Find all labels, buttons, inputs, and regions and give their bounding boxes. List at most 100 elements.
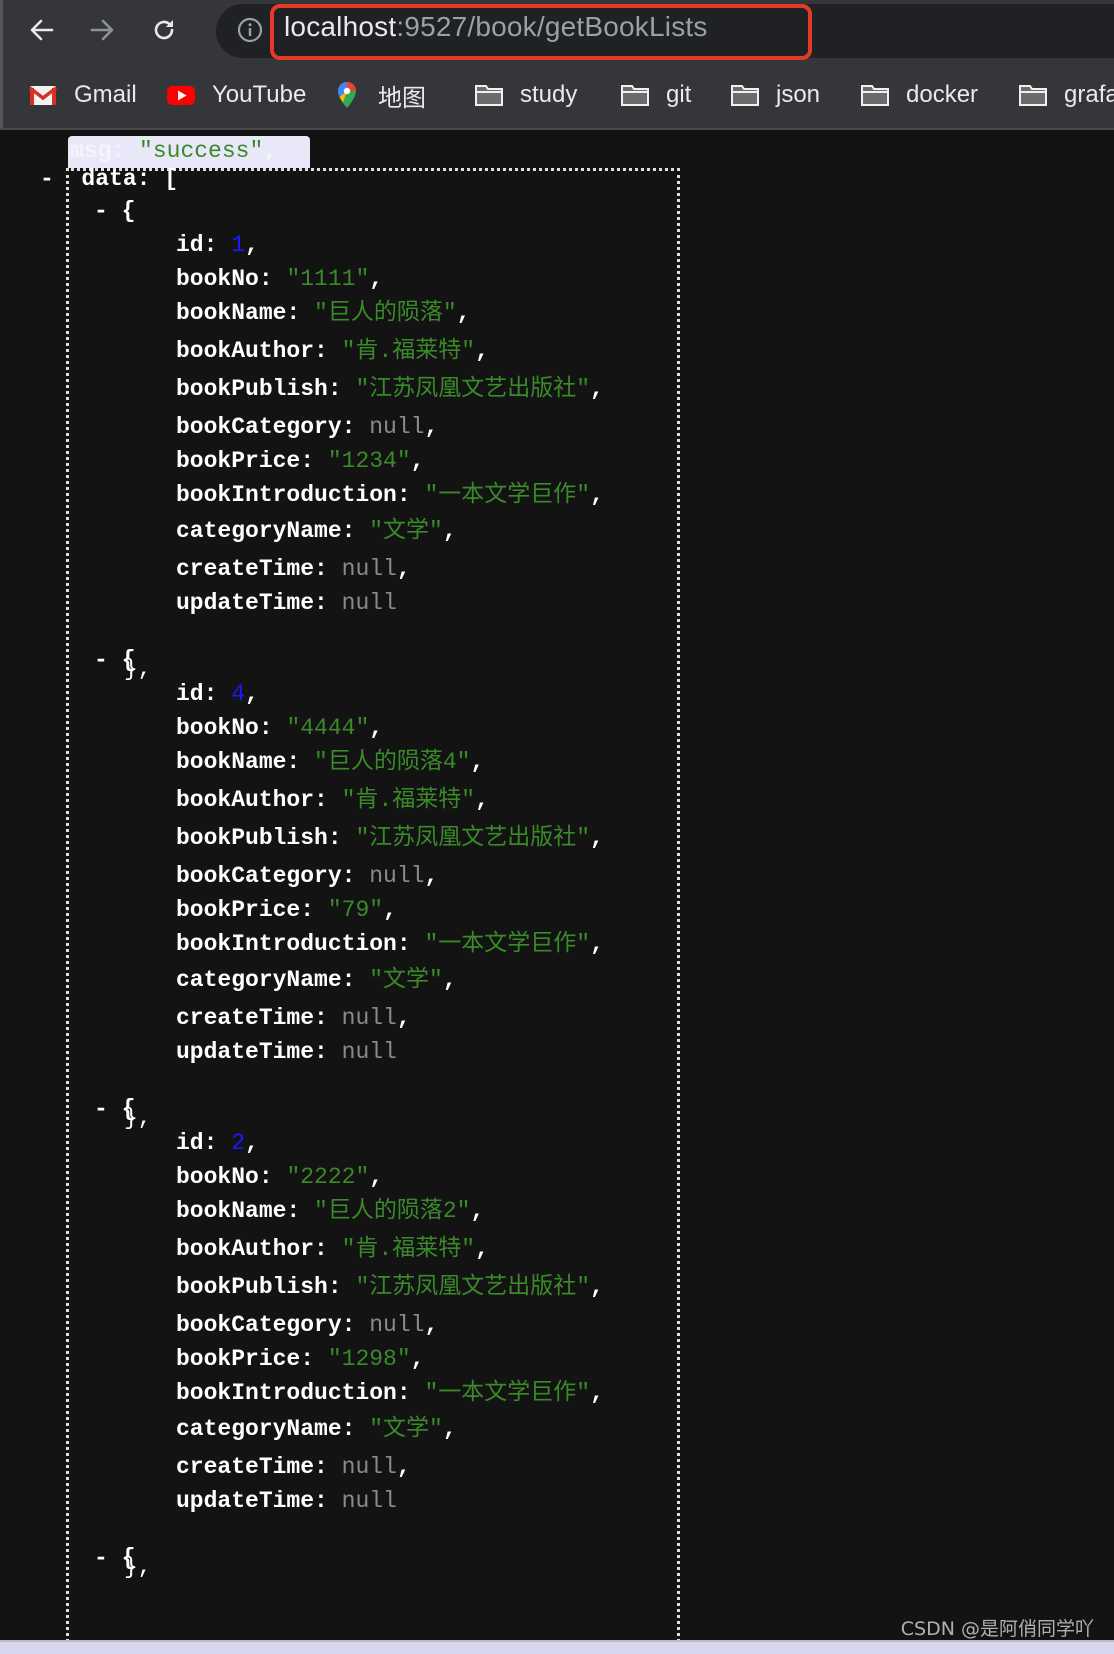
youtube-icon <box>166 80 196 110</box>
json-string-value: "江苏凤凰文艺出版社" <box>355 825 591 851</box>
folder-icon <box>474 80 504 110</box>
json-key: data <box>81 166 137 192</box>
collapse-toggle[interactable]: - <box>94 1096 108 1122</box>
json-key: categoryName <box>176 967 342 993</box>
bookmark-youtube[interactable]: YouTube <box>166 72 306 118</box>
json-key: bookPublish <box>176 825 328 851</box>
collapse-toggle[interactable]: - <box>94 198 108 224</box>
json-key: bookIntroduction <box>176 482 397 508</box>
open-brace: { <box>121 1096 136 1122</box>
json-key: bookIntroduction <box>176 931 397 957</box>
json-key: updateTime <box>176 1039 315 1065</box>
json-field-id: id: 2, <box>176 1130 259 1156</box>
json-field-bookPrice: bookPrice: "1234", <box>176 448 425 474</box>
bookmark-folder-docker[interactable]: docker <box>860 72 978 118</box>
bookmark-maps[interactable]: 地图 <box>332 72 426 118</box>
json-null-value: null <box>369 863 425 889</box>
json-field-bookCategory: bookCategory: null, <box>176 1312 439 1338</box>
bookmark-label: git <box>666 81 692 108</box>
json-field-bookPublish: bookPublish: "江苏凤凰文艺出版社", <box>176 825 604 851</box>
json-key: bookPrice <box>176 897 301 923</box>
json-field-bookCategory: bookCategory: null, <box>176 414 439 440</box>
url-text[interactable]: localhost:9527/book/getBookLists <box>284 11 708 43</box>
json-key: bookNo <box>176 1164 259 1190</box>
json-string-value: "巨人的陨落" <box>314 300 457 326</box>
json-string-value: "江苏凤凰文艺出版社" <box>355 376 591 402</box>
json-string-value: "2222" <box>286 1164 370 1190</box>
json-field-bookAuthor: bookAuthor: "肯.福莱特", <box>176 338 489 364</box>
open-brace: { <box>121 647 136 673</box>
bookmark-folder-study[interactable]: study <box>474 72 577 118</box>
json-string-value: "肯.福莱特" <box>341 787 476 813</box>
open-brace: { <box>121 1545 136 1571</box>
json-string-value: "肯.福莱特" <box>341 1236 476 1262</box>
json-key: msg <box>70 138 112 164</box>
json-key: createTime <box>176 1454 315 1480</box>
json-string-value: "79" <box>327 897 384 923</box>
json-string-value: "success" <box>139 138 264 164</box>
bookmark-label: YouTube <box>212 81 307 108</box>
json-null-value: null <box>341 1005 397 1031</box>
json-key: bookPrice <box>176 1346 301 1372</box>
json-field-bookNo: bookNo: "2222", <box>176 1164 384 1190</box>
json-key: bookPrice <box>176 448 301 474</box>
json-msg-line: msg: "success", <box>70 138 278 164</box>
json-field-bookName: bookName: "巨人的陨落2", <box>176 1198 485 1224</box>
json-string-value: "1111" <box>286 266 370 292</box>
forward-button[interactable] <box>82 10 122 50</box>
json-key: bookName <box>176 300 287 326</box>
info-icon[interactable] <box>237 17 263 43</box>
collapse-toggle[interactable]: - <box>40 166 54 192</box>
json-key: bookAuthor <box>176 338 315 364</box>
reload-button[interactable] <box>144 10 184 50</box>
json-field-id: id: 4, <box>176 681 259 707</box>
collapse-toggle[interactable]: - <box>94 1545 108 1571</box>
json-field-bookIntroduction: bookIntroduction: "一本文学巨作", <box>176 482 604 508</box>
json-null-value: null <box>369 1312 425 1338</box>
json-string-value: "文学" <box>369 518 443 544</box>
json-null-value: null <box>341 1488 397 1514</box>
json-string-value: "巨人的陨落4" <box>314 749 471 775</box>
json-field-categoryName: categoryName: "文学", <box>176 1416 457 1442</box>
json-string-value: "1234" <box>327 448 411 474</box>
bookmark-folder-json[interactable]: json <box>730 72 820 118</box>
bookmark-folder-git[interactable]: git <box>620 72 691 118</box>
json-field-createTime: createTime: null, <box>176 556 411 582</box>
json-key: categoryName <box>176 1416 342 1442</box>
json-field-bookPublish: bookPublish: "江苏凤凰文艺出版社", <box>176 1274 604 1300</box>
json-key: bookName <box>176 1198 287 1224</box>
bookmark-folder-grafana[interactable]: grafa <box>1018 72 1114 118</box>
json-null-value: null <box>341 556 397 582</box>
folder-icon <box>1018 80 1048 110</box>
json-field-bookPrice: bookPrice: "1298", <box>176 1346 425 1372</box>
url-host: localhost <box>284 11 397 42</box>
json-number-value: 4 <box>231 681 246 707</box>
json-key: bookName <box>176 749 287 775</box>
json-key: bookCategory <box>176 1312 342 1338</box>
json-key: bookCategory <box>176 863 342 889</box>
json-string-value: "文学" <box>369 967 443 993</box>
json-field-createTime: createTime: null, <box>176 1005 411 1031</box>
bookmark-label: json <box>776 81 821 108</box>
json-field-bookAuthor: bookAuthor: "肯.福莱特", <box>176 787 489 813</box>
json-key: id <box>176 1130 204 1156</box>
folder-icon <box>860 80 890 110</box>
json-string-value: "江苏凤凰文艺出版社" <box>355 1274 591 1300</box>
json-field-createTime: createTime: null, <box>176 1454 411 1480</box>
back-button[interactable] <box>22 10 62 50</box>
json-key: bookCategory <box>176 414 342 440</box>
json-object-open-partial: - { <box>94 1543 135 1573</box>
json-field-bookName: bookName: "巨人的陨落4", <box>176 749 485 775</box>
json-data-line: - data: [ <box>40 166 179 192</box>
json-field-updateTime: updateTime: null <box>176 1488 397 1514</box>
bookmarks-bar: Gmail YouTube 地图 study git json docker g… <box>0 72 1114 118</box>
json-string-value: "1298" <box>327 1346 411 1372</box>
json-key: categoryName <box>176 518 342 544</box>
json-key: createTime <box>176 1005 315 1031</box>
bookmark-gmail[interactable]: Gmail <box>28 72 137 118</box>
json-field-bookNo: bookNo: "1111", <box>176 266 384 292</box>
json-field-updateTime: updateTime: null <box>176 590 397 616</box>
collapse-toggle[interactable]: - <box>94 647 108 673</box>
json-field-bookIntroduction: bookIntroduction: "一本文学巨作", <box>176 1380 604 1406</box>
json-null-value: null <box>369 414 425 440</box>
